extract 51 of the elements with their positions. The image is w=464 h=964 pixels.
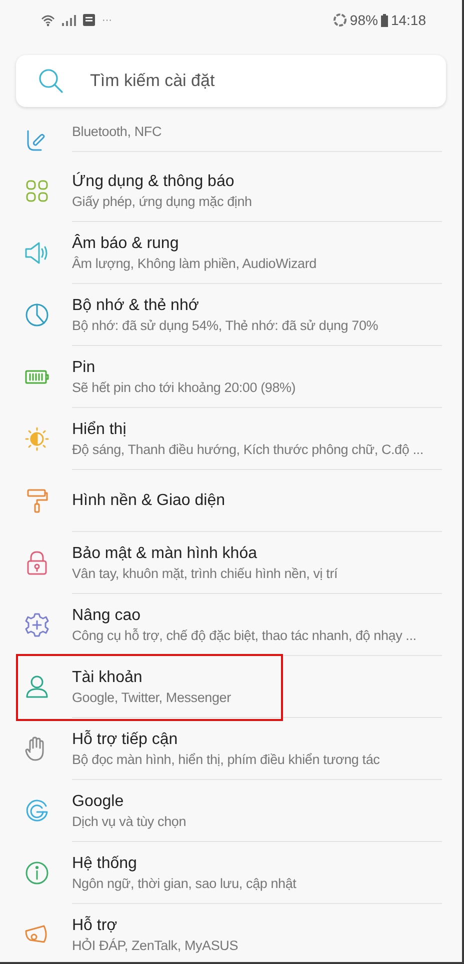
item-subtitle: Bộ nhớ: đã sử dụng 54%, Thẻ nhớ: đã sử dụng 70% xyxy=(72,318,380,332)
item-subtitle: Âm lượng, Không làm phiền, AudioWizard xyxy=(72,256,318,270)
settings-item[interactable]: Âm báo & rung Âm lượng, Không làm phiền, AudioWizard xyxy=(0,222,462,284)
item-subtitle: Bộ đọc màn hình, hiển thị, phím điều khiển tương tác xyxy=(72,752,381,766)
settings-item[interactable]: Ứng dụng & thông báo Giấy phép, ứng dụng mặc định xyxy=(0,160,462,222)
sync-icon xyxy=(332,13,347,27)
item-title: Tài khoản xyxy=(72,668,144,686)
item-title: Hiển thị xyxy=(72,420,128,438)
item-title: Âm báo & rung xyxy=(72,234,180,252)
item-subtitle: Bluetooth, NFC xyxy=(72,124,162,139)
item-title: Ứng dụng & thông báo xyxy=(72,172,236,190)
item-title: Hệ thống xyxy=(72,854,138,872)
item-title: Nâng cao xyxy=(72,606,142,624)
wifi-icon xyxy=(41,14,55,26)
more-notifications: ··· xyxy=(102,14,112,26)
item-subtitle: Công cụ hỗ trợ, chế độ đặc biệt, thao tác nhanh, độ nhạy ... xyxy=(72,628,418,642)
item-subtitle: Sẽ hết pin cho tới khoảng 20:00 (98%) xyxy=(72,380,297,394)
search-icon xyxy=(38,68,64,94)
settings-item[interactable]: Bảo mật & màn hình khóa Vân tay, khuôn mặt, trình chiếu hình nền, vị trí xyxy=(0,532,462,594)
item-subtitle: Ngôn ngữ, thời gian, sao lưu, cập nhật xyxy=(72,876,298,890)
settings-item[interactable]: Google Dịch vụ và tùy chọn xyxy=(0,780,462,842)
item-subtitle: Dịch vụ và tùy chọn xyxy=(72,814,188,828)
search-field[interactable]: Tìm kiếm cài đặt xyxy=(16,55,446,107)
signal-icon xyxy=(62,14,76,26)
item-subtitle: Vân tay, khuôn mặt, trình chiếu hình nền, vị trí xyxy=(72,566,339,580)
battery-icon xyxy=(380,14,388,26)
battery-percent: 98% xyxy=(350,12,378,28)
settings-item[interactable]: Hỗ trợ tiếp cận Bộ đọc màn hình, hiển thị, phím điều khiển tương tác xyxy=(0,718,462,780)
item-title: Hỗ trợ xyxy=(72,916,118,934)
message-icon xyxy=(83,14,95,26)
search-input[interactable]: Tìm kiếm cài đặt xyxy=(88,70,424,92)
settings-item[interactable]: Hình nền & Giao diện xyxy=(0,470,462,532)
settings-item[interactable]: Hiển thị Độ sáng, Thanh điều hướng, Kích thước phông chữ, C.độ ... xyxy=(0,408,462,470)
item-title: Bộ nhớ & thẻ nhớ xyxy=(72,296,200,314)
settings-item[interactable]: Tài khoản Google, Twitter, Messenger xyxy=(0,656,462,718)
item-title: Hỗ trợ tiếp cận xyxy=(72,730,179,748)
item-title: Google xyxy=(72,792,125,810)
item-subtitle: Độ sáng, Thanh điều hướng, Kích thước phông chữ, C.độ ... xyxy=(72,442,424,456)
settings-item[interactable]: Bluetooth, NFC xyxy=(0,112,462,160)
item-title: Bảo mật & màn hình khóa xyxy=(72,544,258,562)
settings-item[interactable]: Nâng cao Công cụ hỗ trợ, chế độ đặc biệt, thao tác nhanh, độ nhạy ... xyxy=(0,594,462,656)
settings-item[interactable]: Bộ nhớ & thẻ nhớ Bộ nhớ: đã sử dụng 54%, Thẻ nhớ: đã sử dụng 70% xyxy=(0,284,462,346)
settings-item[interactable]: Hỗ trợ HỎI ĐÁP, ZenTalk, MyASUS xyxy=(0,904,462,962)
item-title: Pin xyxy=(72,358,96,376)
item-title: Hình nền & Giao diện xyxy=(72,492,226,510)
item-subtitle: Giấy phép, ứng dụng mặc định xyxy=(72,194,253,208)
item-subtitle: HỎI ĐÁP, ZenTalk, MyASUS xyxy=(72,938,240,952)
item-subtitle: Google, Twitter, Messenger xyxy=(72,690,232,704)
settings-item[interactable]: Hệ thống Ngôn ngữ, thời gian, sao lưu, cập nhật xyxy=(0,842,462,904)
clock: 14:18 xyxy=(390,12,426,28)
settings-item[interactable]: Pin Sẽ hết pin cho tới khoảng 20:00 (98%) xyxy=(0,346,462,408)
